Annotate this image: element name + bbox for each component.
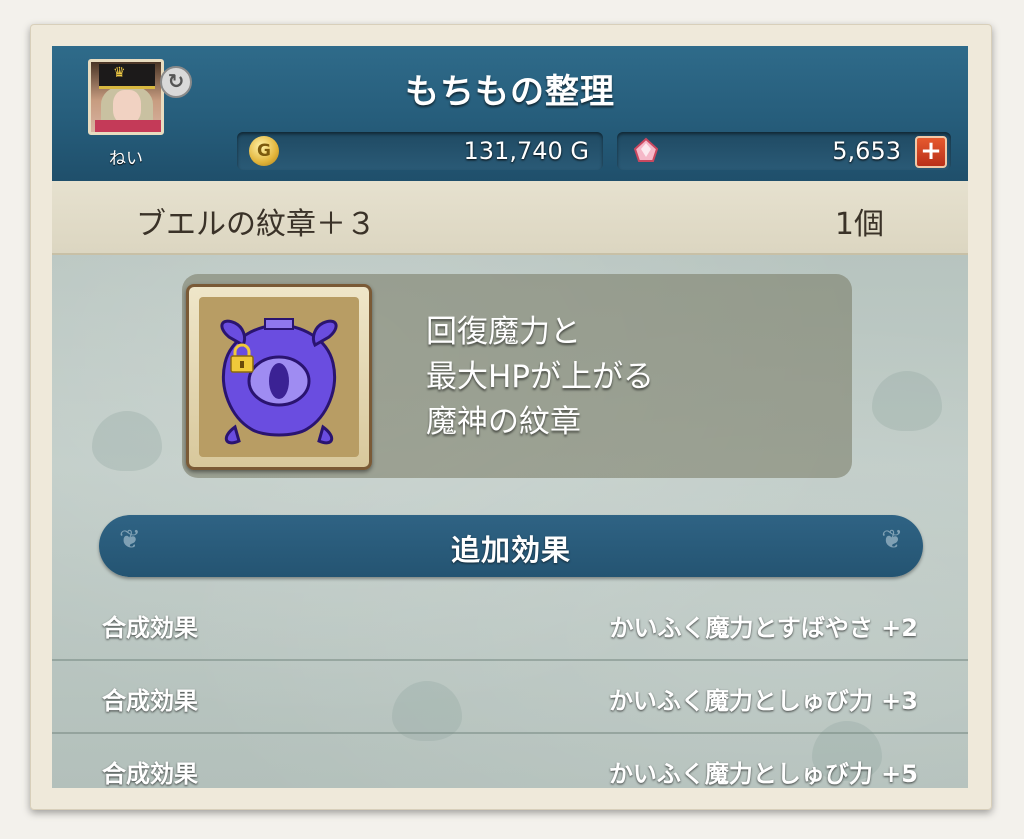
add-gems-button[interactable]: + — [915, 136, 947, 168]
game-screen: ♛ ↻ ねい もちもの整理 G 131,740 G 5,653 + ブエルの紋章… — [52, 46, 968, 788]
flourish-ornament-icon: ❦ — [881, 525, 903, 555]
avatar-dress — [95, 120, 161, 132]
description-line: 魔神の紋章 — [426, 404, 581, 440]
description-line: 回復魔力と — [426, 314, 581, 350]
additional-effects-header: ❦ 追加効果 ❦ — [99, 515, 923, 577]
page-title: もちもの整理 — [405, 72, 615, 112]
gold-display: G 131,740 G — [237, 132, 603, 170]
item-count: 1個 — [834, 207, 884, 242]
effects-list: 合成効果 かいふく魔力とすばやさ +2 合成効果 かいふく魔力としゅび力 +3 … — [52, 588, 968, 788]
effect-value: かいふく魔力としゅび力 +3 — [608, 687, 918, 715]
gem-amount: 5,653 — [832, 137, 901, 165]
item-description: 回復魔力と 最大HPが上がる 魔神の紋章 — [426, 310, 806, 445]
gold-coin-icon: G — [249, 136, 279, 166]
effect-label: 合成効果 — [102, 760, 198, 788]
section-title: 追加効果 — [450, 533, 571, 567]
demon-emblem-icon — [220, 318, 338, 445]
list-item: 合成効果 かいふく魔力としゅび力 +3 — [52, 661, 968, 734]
gold-amount: 131,740 G — [463, 137, 589, 165]
effect-value: かいふく魔力としゅび力 +5 — [608, 760, 918, 788]
gem-icon — [633, 137, 659, 162]
list-item: 合成効果 かいふく魔力としゅび力 +5 — [52, 734, 968, 788]
header-bar: ♛ ↻ ねい もちもの整理 G 131,740 G 5,653 + — [52, 46, 968, 181]
slime-watermark — [92, 411, 162, 471]
item-name-bar: ブエルの紋章＋３ 1個 — [52, 181, 968, 255]
effect-value: かいふく魔力とすばやさ +2 — [609, 614, 918, 642]
effect-label: 合成効果 — [102, 614, 198, 642]
list-item: 合成効果 かいふく魔力とすばやさ +2 — [52, 588, 968, 661]
username: ねい — [109, 149, 143, 169]
item-icon-inner — [199, 297, 359, 457]
lock-icon — [230, 343, 254, 373]
gem-display: 5,653 + — [617, 132, 951, 170]
description-line: 最大HPが上がる — [426, 359, 655, 395]
item-name: ブエルの紋章＋３ — [136, 207, 376, 242]
item-icon-frame[interactable] — [186, 284, 372, 470]
slime-watermark — [872, 371, 942, 431]
effect-label: 合成効果 — [102, 687, 198, 715]
